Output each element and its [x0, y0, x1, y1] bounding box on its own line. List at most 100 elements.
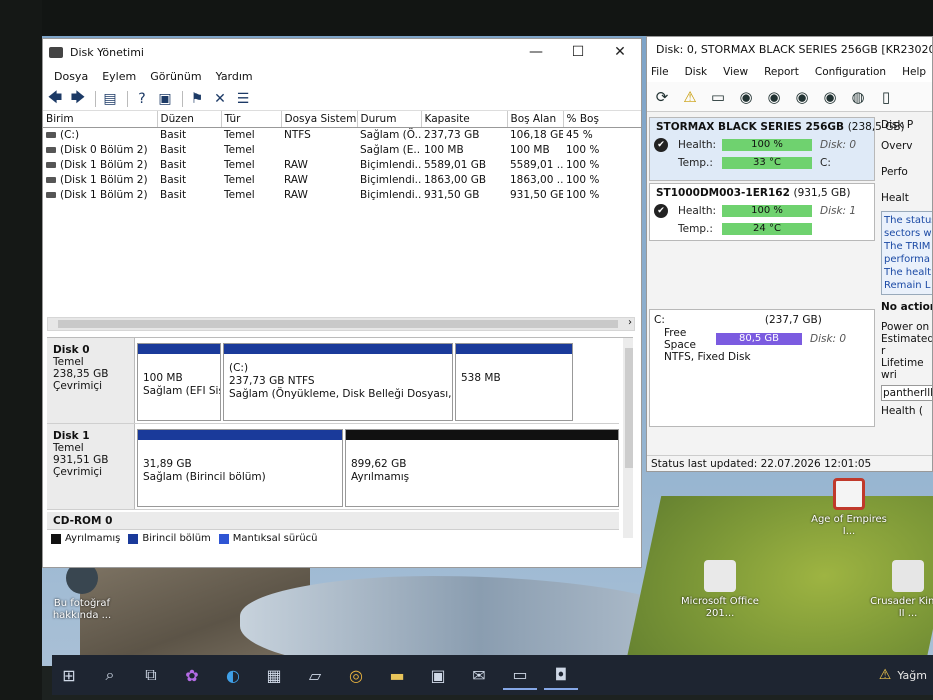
back-icon[interactable]: 🡄: [45, 89, 65, 109]
drive-task-icon[interactable]: ◘: [544, 660, 578, 690]
menu-file[interactable]: File: [651, 66, 669, 78]
disk-0-label[interactable]: Disk 0 Temel 238,35 GB Çevrimiçi: [47, 338, 135, 423]
help-icon[interactable]: ?: [132, 89, 152, 109]
table-row[interactable]: (Disk 1 Bölüm 2) Basit Temel RAW Biçimle…: [43, 173, 641, 188]
health-value: 100 %: [722, 205, 812, 217]
partition-recovery[interactable]: 538 MB: [455, 343, 573, 421]
table-row[interactable]: (Disk 0 Bölüm 2) Basit Temel Sağlam (E..…: [43, 143, 641, 158]
cdrom-row[interactable]: CD-ROM 0: [47, 512, 619, 530]
globe-icon[interactable]: ◍: [847, 86, 869, 108]
column-header[interactable]: Kapasite: [421, 111, 508, 128]
forward-icon[interactable]: 🡆: [68, 89, 88, 109]
drive-icon[interactable]: ▭: [707, 86, 729, 108]
partition-bar: [346, 430, 618, 440]
search-icon[interactable]: ⌕: [93, 660, 127, 690]
scrollbar-thumb[interactable]: [625, 348, 633, 468]
table-cell: 5589,01 ...: [510, 159, 563, 171]
maximize-button[interactable]: ☐: [557, 44, 599, 60]
desktop-icon-label: Bu fotoğraf hakkında ...: [52, 598, 112, 621]
menu-disk[interactable]: Disk: [685, 66, 708, 78]
cell-text: (Disk 1 Bölüm 2): [60, 189, 148, 201]
horizontal-scrollbar[interactable]: ›: [47, 317, 635, 331]
partition-unallocated[interactable]: 899,62 GB Ayrılmamış: [345, 429, 619, 507]
volume-icon: [46, 177, 56, 183]
table-row[interactable]: (Disk 1 Bölüm 2) Basit Temel RAW Biçimle…: [43, 158, 641, 173]
legend-swatch-logical: [218, 533, 229, 544]
menu-view[interactable]: Görünüm: [150, 70, 201, 83]
temp-label: Temp.:: [678, 157, 713, 169]
disk-icon[interactable]: ◉: [819, 86, 841, 108]
terminal-icon[interactable]: ▱: [298, 660, 332, 690]
vertical-scrollbar[interactable]: [623, 338, 633, 538]
partition-efi[interactable]: 100 MB Sağlam (EFI Sist: [137, 343, 221, 421]
menu-report[interactable]: Report: [764, 66, 799, 78]
status-bar: Status last updated: 22.07.2026 12:01:05: [647, 455, 932, 471]
column-header[interactable]: Birim: [43, 111, 158, 128]
crystaldiskinfo-icon[interactable]: ▣: [421, 660, 455, 690]
disk-icon[interactable]: ◉: [791, 86, 813, 108]
store-icon[interactable]: ▦: [257, 660, 291, 690]
table-cell: Basit: [160, 174, 187, 186]
health-item[interactable]: Healt: [881, 192, 909, 204]
toolbar: 🡄 🡆 ▤ ? ▣ ⚑ ✕ ☰: [43, 87, 641, 111]
table-row[interactable]: (Disk 1 Bölüm 2) Basit Temel RAW Biçimle…: [43, 188, 641, 203]
column-header[interactable]: Düzen: [157, 111, 222, 128]
table-cell: 100 %: [566, 159, 600, 171]
desktop-icon-age-of-empires[interactable]: Age of Empires I...: [809, 478, 889, 538]
desktop-icon-office[interactable]: Microsoft Office 201...: [680, 560, 760, 620]
properties-icon[interactable]: ▣: [155, 89, 175, 109]
volume-card[interactable]: C: (237,7 GB) Free Space 80,5 GB Disk: 0 NT…: [649, 309, 875, 427]
table-row[interactable]: (C:) Basit Temel NTFS Sağlam (Ö... 237,7…: [43, 128, 641, 143]
volume-name-cell: (C:): [43, 128, 157, 143]
scroll-right-icon[interactable]: ›: [628, 317, 632, 328]
menu-action[interactable]: Eylem: [102, 70, 136, 83]
delete-icon[interactable]: ✕: [210, 89, 230, 109]
menu-view[interactable]: View: [723, 66, 748, 78]
warning-icon[interactable]: ⚠: [679, 86, 701, 108]
performance-item[interactable]: Perfo: [881, 166, 908, 178]
volume-icon: [46, 192, 56, 198]
menu-file[interactable]: Dosya: [54, 70, 88, 83]
settings-icon[interactable]: ☰: [233, 89, 253, 109]
desktop-icon-about-photo[interactable]: Bu fotoğraf hakkında ...: [42, 562, 122, 622]
filesystem: NTFS, Fixed Disk: [664, 351, 751, 363]
chrome-icon[interactable]: ◎: [339, 660, 373, 690]
table-cell: NTFS: [284, 129, 311, 142]
disk-management-task-icon[interactable]: ▭: [503, 660, 537, 690]
connect-icon[interactable]: ⚑: [187, 89, 207, 109]
partition-primary[interactable]: 31,89 GB Sağlam (Birincil bölüm): [137, 429, 343, 507]
column-header[interactable]: Durum: [357, 111, 422, 128]
weather-warning-icon[interactable]: ⚠: [879, 667, 892, 683]
mail-icon[interactable]: ✉: [462, 660, 496, 690]
disk-card-0[interactable]: STORMAX BLACK SERIES 256GB (238,5 GB) ✔ H…: [649, 117, 905, 181]
column-header[interactable]: Dosya Sistemi: [281, 111, 358, 128]
column-header[interactable]: Tür: [221, 111, 282, 128]
close-button[interactable]: ✕: [599, 44, 641, 60]
cell-text: (Disk 1 Bölüm 2): [60, 159, 148, 171]
temp-value: 33 °C: [722, 157, 812, 169]
weather-text[interactable]: Yağm: [897, 669, 927, 682]
edge-icon[interactable]: ◐: [216, 660, 250, 690]
disk-icon[interactable]: ◉: [735, 86, 757, 108]
partition-c[interactable]: (C:) 237,73 GB NTFS Sağlam (Önyükleme, Dis…: [223, 343, 453, 421]
menu-help[interactable]: Yardım: [216, 70, 253, 83]
desktop-icon-crusader-kings[interactable]: Crusader Kings II ...: [868, 560, 933, 620]
start-icon[interactable]: ⊞: [52, 660, 86, 690]
task-view-icon[interactable]: ⧉: [134, 660, 168, 690]
minimize-button[interactable]: —: [515, 44, 557, 60]
column-header[interactable]: Boş Alan: [507, 111, 564, 128]
overview-item[interactable]: Overv: [881, 140, 912, 152]
disk-icon[interactable]: ◉: [763, 86, 785, 108]
copilot-icon[interactable]: ✿: [175, 660, 209, 690]
device-icon[interactable]: ▯: [875, 86, 897, 108]
list-view-icon[interactable]: ▤: [100, 89, 120, 109]
column-header[interactable]: % Boş: [563, 111, 641, 128]
menu-configuration[interactable]: Configuration: [815, 66, 886, 78]
explorer-icon[interactable]: ▬: [380, 660, 414, 690]
refresh-icon[interactable]: ⟳: [651, 86, 673, 108]
disk-card-1[interactable]: ST1000DM003-1ER162 (931,5 GB) ✔ Health: 10…: [649, 183, 875, 241]
menu-help[interactable]: Help: [902, 66, 926, 78]
disk-1-label[interactable]: Disk 1 Temel 931,51 GB Çevrimiçi: [47, 424, 135, 509]
device-select[interactable]: pantherllll: [881, 385, 932, 401]
scrollbar-thumb[interactable]: [58, 320, 618, 328]
